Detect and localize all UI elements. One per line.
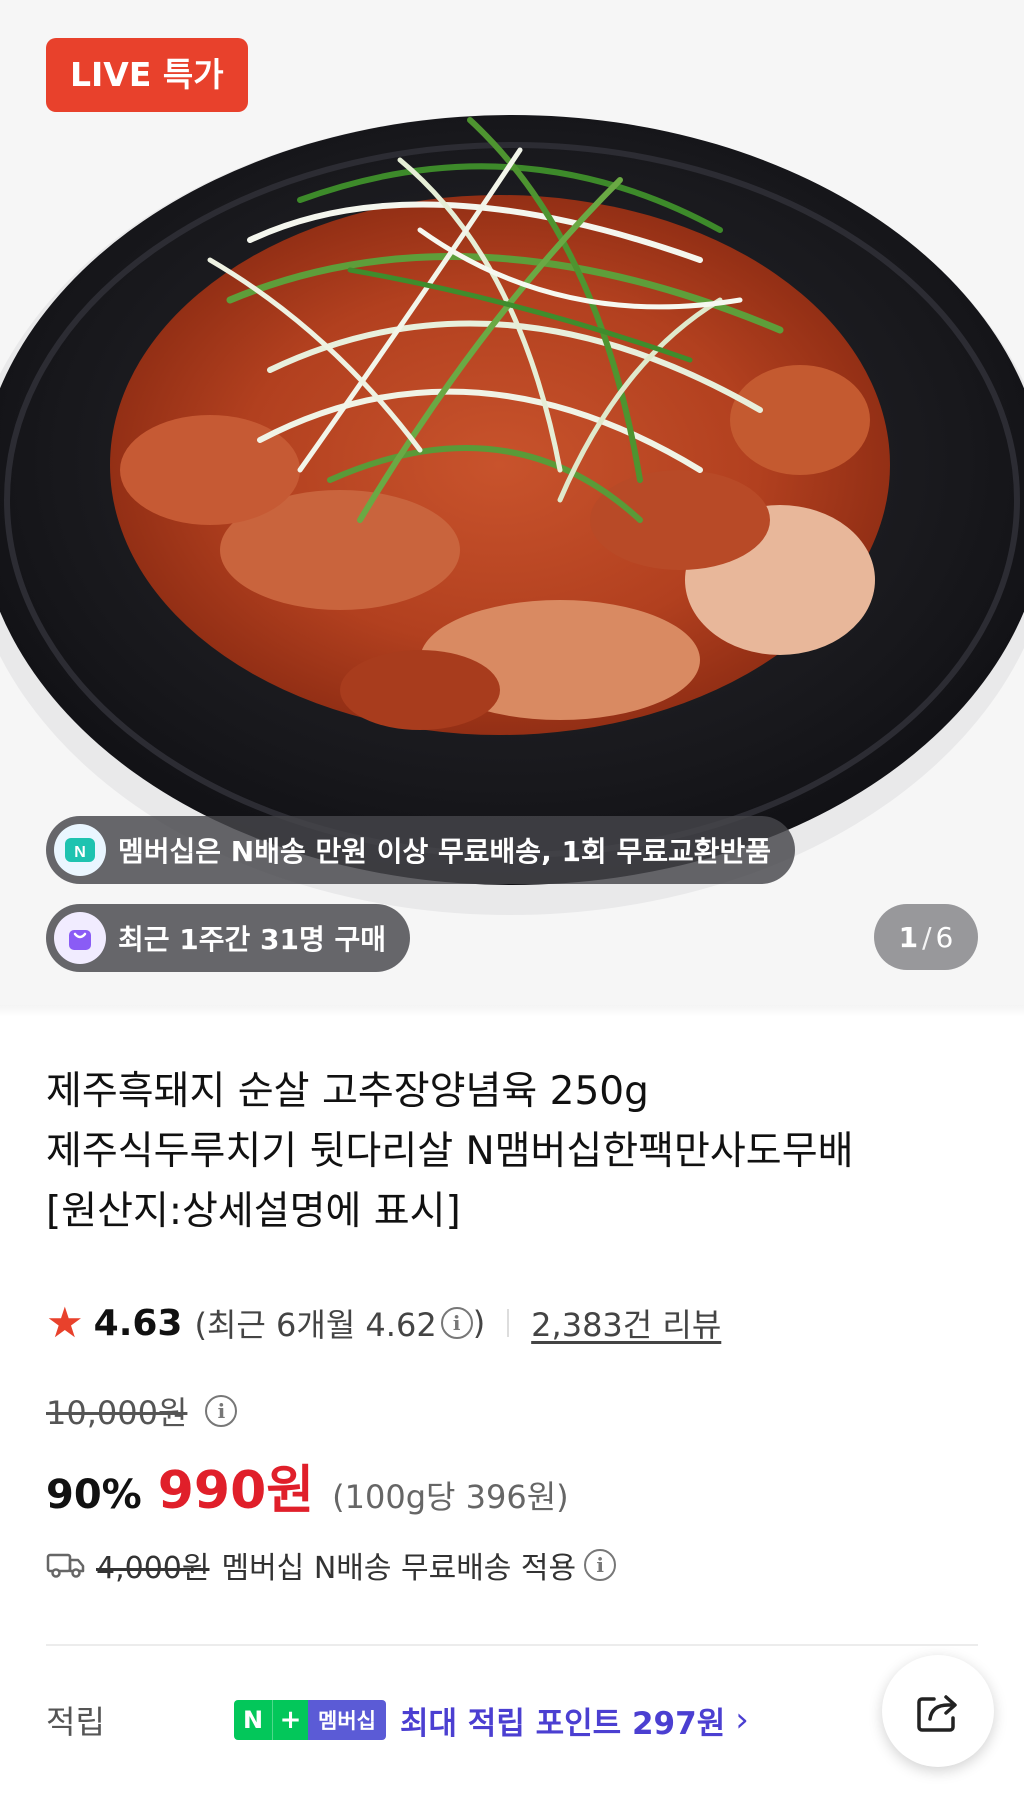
recent-rating-text: (최근 6개월 4.62 (194, 1306, 437, 1344)
membership-notice-text: 멤버십은 N배송 만원 이상 무료배송, 1회 무료교환반품 (118, 835, 772, 868)
review-count-link[interactable]: 2,383건 리뷰 (531, 1300, 721, 1346)
points-row[interactable]: 적립 N + 멤버십 최대 적립 포인트 297원 › (46, 1690, 978, 1750)
sale-price-row: 90% 990원 (100g당 396원) (46, 1448, 569, 1521)
naver-n-logo: N (234, 1700, 272, 1740)
rating-summary: ★ 4.63 (최근 6개월 4.62 i ) 2,383건 리뷰 (46, 1298, 721, 1348)
image-counter-separator: / (922, 920, 932, 954)
discount-rate: 90% (46, 1472, 142, 1518)
section-divider (46, 1644, 978, 1646)
price-info-icon[interactable]: i (205, 1395, 238, 1427)
info-icon[interactable]: i (440, 1307, 473, 1339)
recent-rating-close: ) (472, 1304, 486, 1342)
unit-price: (100g당 396원) (332, 1478, 569, 1516)
product-image-carousel[interactable]: LIVE 특가 N 멤버십은 N배송 만원 이상 무료배송, 1회 무료교환반품… (0, 0, 1024, 1005)
star-icon: ★ (46, 1298, 84, 1347)
sale-price: 990원 (157, 1461, 315, 1521)
live-deal-badge: LIVE 특가 (46, 38, 248, 112)
original-shipping-fee: 4,000원 (96, 1551, 210, 1586)
share-icon (917, 1695, 957, 1732)
shipping-info: 4,000원 멤버십 N배송 무료배송 적용 i (46, 1540, 617, 1590)
plus-icon: + (272, 1700, 308, 1740)
share-button[interactable] (882, 1655, 994, 1767)
naver-delivery-icon: N (54, 824, 106, 876)
svg-text:N: N (74, 844, 86, 861)
rating-divider (507, 1309, 510, 1337)
purchase-count-notice: 최근 1주간 31명 구매 (46, 904, 411, 972)
naver-membership-badge: N + 멤버십 (234, 1700, 386, 1740)
chevron-right-icon: › (735, 1700, 749, 1740)
product-title: 제주흑돼지 순살 고추장양념육 250g 제주식두루치기 뒷다리살 N맴버십한팩… (46, 1062, 986, 1242)
section-divider (0, 1005, 1024, 1017)
shipping-info-icon[interactable]: i (584, 1549, 617, 1581)
original-price-row: 10,000원 i (46, 1388, 238, 1434)
image-counter: 1 / 6 (874, 904, 978, 970)
membership-label: 멤버십 (308, 1700, 386, 1740)
image-total: 6 (935, 920, 954, 954)
truck-icon (46, 1553, 85, 1578)
image-index: 1 (898, 920, 919, 954)
rating-score: 4.63 (93, 1302, 183, 1344)
product-title-line: 제주식두루치기 뒷다리살 N맴버십한팩만사도무배 (46, 1129, 854, 1174)
product-title-line: 제주흑돼지 순살 고추장양념육 250g (46, 1069, 649, 1114)
max-points-text: 최대 적립 포인트 297원 (399, 1705, 726, 1742)
product-title-line: [원산지:상세설명에 표시] (46, 1189, 461, 1234)
points-label: 적립 (46, 1703, 105, 1741)
membership-notice[interactable]: N 멤버십은 N배송 만원 이상 무료배송, 1회 무료교환반품 (46, 816, 796, 884)
purchase-count-text: 최근 1주간 31명 구매 (118, 923, 387, 956)
shipping-text: 멤버십 N배송 무료배송 적용 (221, 1551, 577, 1586)
original-price: 10,000원 (46, 1394, 188, 1432)
shopping-bag-icon (54, 912, 106, 964)
